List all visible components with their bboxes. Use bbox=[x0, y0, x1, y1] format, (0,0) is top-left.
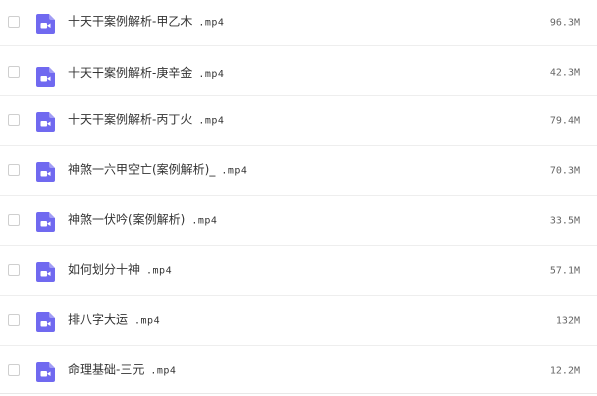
row-checkbox[interactable] bbox=[8, 364, 20, 376]
file-size: 42.3M bbox=[549, 67, 580, 79]
file-extension: .mp4 bbox=[134, 315, 161, 327]
file-row[interactable]: 十天干案例解析-庚辛金 .mp4 42.3M bbox=[0, 46, 597, 96]
file-name-text: 神煞一伏吟(案例解析) bbox=[68, 212, 186, 227]
file-size: 132M bbox=[555, 314, 580, 326]
video-file-icon bbox=[36, 362, 55, 382]
file-extension: .mp4 bbox=[198, 17, 225, 29]
file-size: 96.3M bbox=[549, 16, 580, 28]
video-file-icon bbox=[36, 311, 55, 332]
file-name-text: 十天干案例解析-甲乙木 bbox=[68, 14, 193, 29]
file-name[interactable]: 神煞一六甲空亡(案例解析)_ .mp4 bbox=[68, 162, 247, 178]
file-extension: .mp4 bbox=[198, 115, 225, 127]
file-name-text: 如何划分十神 bbox=[68, 262, 141, 277]
row-checkbox[interactable] bbox=[8, 313, 20, 326]
file-size: 33.5M bbox=[549, 214, 580, 226]
file-extension: .mp4 bbox=[198, 68, 225, 80]
file-name-text: 排八字大运 bbox=[68, 312, 129, 327]
row-checkbox[interactable] bbox=[8, 113, 20, 126]
video-file-icon bbox=[36, 211, 55, 232]
video-file-icon bbox=[36, 161, 55, 182]
file-extension: .mp4 bbox=[150, 365, 177, 377]
file-size: 57.1M bbox=[549, 264, 580, 276]
file-row[interactable]: 十天干案例解析-丙丁火 .mp4 79.4M bbox=[0, 96, 597, 146]
video-file-icon bbox=[36, 261, 55, 282]
file-row[interactable]: 神煞一六甲空亡(案例解析)_ .mp4 70.3M bbox=[0, 146, 597, 196]
file-size: 70.3M bbox=[549, 164, 580, 176]
file-name-text: 十天干案例解析-庚辛金 bbox=[68, 65, 193, 80]
file-list: 十天干案例解析-甲乙木 .mp4 96.3M 十天干案例解析-庚辛金 .mp4 42… bbox=[0, 0, 597, 394]
file-row[interactable]: 神煞一伏吟(案例解析) .mp4 33.5M bbox=[0, 196, 597, 246]
file-name[interactable]: 如何划分十神 .mp4 bbox=[68, 262, 172, 278]
file-name[interactable]: 神煞一伏吟(案例解析) .mp4 bbox=[68, 212, 217, 228]
file-row[interactable]: 如何划分十神 .mp4 57.1M bbox=[0, 246, 597, 296]
file-name-text: 十天干案例解析-丙丁火 bbox=[68, 112, 193, 127]
file-row[interactable]: 排八字大运 .mp4 132M bbox=[0, 296, 597, 346]
file-name-text: 神煞一六甲空亡(案例解析)_ bbox=[68, 162, 216, 177]
file-extension: .mp4 bbox=[191, 215, 218, 227]
file-name[interactable]: 十天干案例解析-甲乙木 .mp4 bbox=[68, 14, 224, 30]
file-name-text: 命理基础-三元 bbox=[68, 362, 145, 377]
row-checkbox[interactable] bbox=[8, 163, 20, 176]
file-row[interactable]: 十天干案例解析-甲乙木 .mp4 96.3M bbox=[0, 0, 597, 46]
row-checkbox[interactable] bbox=[8, 15, 20, 28]
row-checkbox[interactable] bbox=[8, 213, 20, 226]
file-extension: .mp4 bbox=[146, 265, 173, 277]
video-file-icon bbox=[36, 111, 55, 132]
file-name[interactable]: 十天干案例解析-丙丁火 .mp4 bbox=[68, 112, 224, 128]
file-name[interactable]: 命理基础-三元 .mp4 bbox=[68, 363, 176, 379]
video-file-icon bbox=[36, 66, 55, 87]
video-file-icon bbox=[36, 13, 55, 34]
file-row[interactable]: 命理基础-三元 .mp4 12.2M bbox=[0, 346, 597, 396]
row-checkbox[interactable] bbox=[8, 65, 20, 78]
file-name[interactable]: 排八字大运 .mp4 bbox=[68, 312, 160, 328]
file-name[interactable]: 十天干案例解析-庚辛金 .mp4 bbox=[68, 66, 224, 82]
file-size: 12.2M bbox=[549, 365, 580, 377]
file-size: 79.4M bbox=[549, 114, 580, 126]
row-checkbox[interactable] bbox=[8, 263, 20, 276]
file-extension: .mp4 bbox=[221, 165, 248, 177]
